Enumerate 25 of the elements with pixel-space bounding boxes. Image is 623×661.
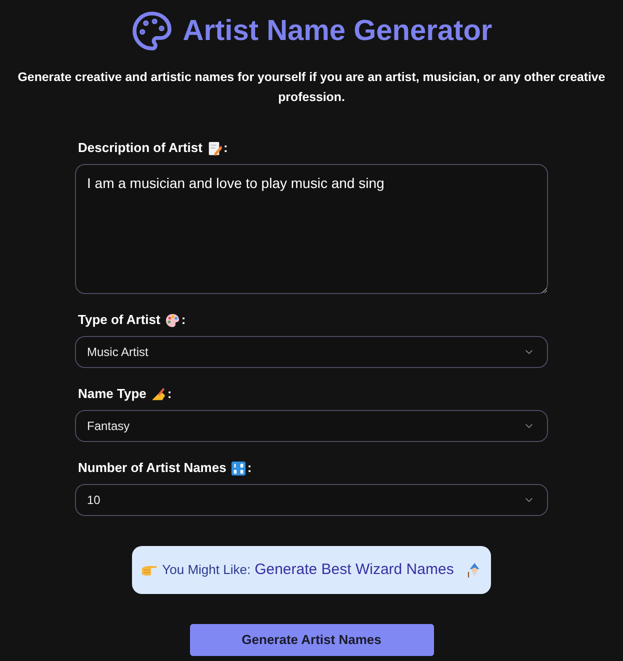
field-label: Name Type <box>78 385 146 403</box>
wizard-icon <box>466 562 482 578</box>
label-colon: : <box>181 311 186 329</box>
generate-button[interactable]: Generate Artist Names <box>190 624 434 656</box>
pointing-hand-icon <box>141 563 158 577</box>
field-label: Type of Artist <box>78 311 160 329</box>
label-colon: : <box>247 459 252 477</box>
label-colon: : <box>167 385 172 403</box>
field-label: Number of Artist Names <box>78 459 226 477</box>
page-title: Artist Name Generator <box>182 14 492 49</box>
writing-hand-icon <box>151 386 166 402</box>
resize-grip-icon <box>542 288 547 293</box>
select-field[interactable]: Fantasy <box>75 410 548 442</box>
numbers-icon <box>231 460 246 476</box>
field-label: Description of Artist <box>78 139 202 157</box>
select-field[interactable]: 10 <box>75 484 548 516</box>
page-subtitle: Generate creative and artistic names for yourself if you are an artist, musician, or any other creative profession. <box>16 69 606 106</box>
palette-icon <box>165 312 180 328</box>
wizard-names-link[interactable]: Generate Best Wizard Names <box>254 558 454 582</box>
memo-icon <box>207 140 222 156</box>
description-field[interactable]: I am a musician and love to play music and sing <box>75 164 548 294</box>
select-field[interactable]: Music Artist <box>75 336 548 368</box>
suggestion-prefix: You Might Like: <box>162 561 251 580</box>
palette-icon <box>130 10 173 52</box>
label-colon: : <box>223 139 228 157</box>
